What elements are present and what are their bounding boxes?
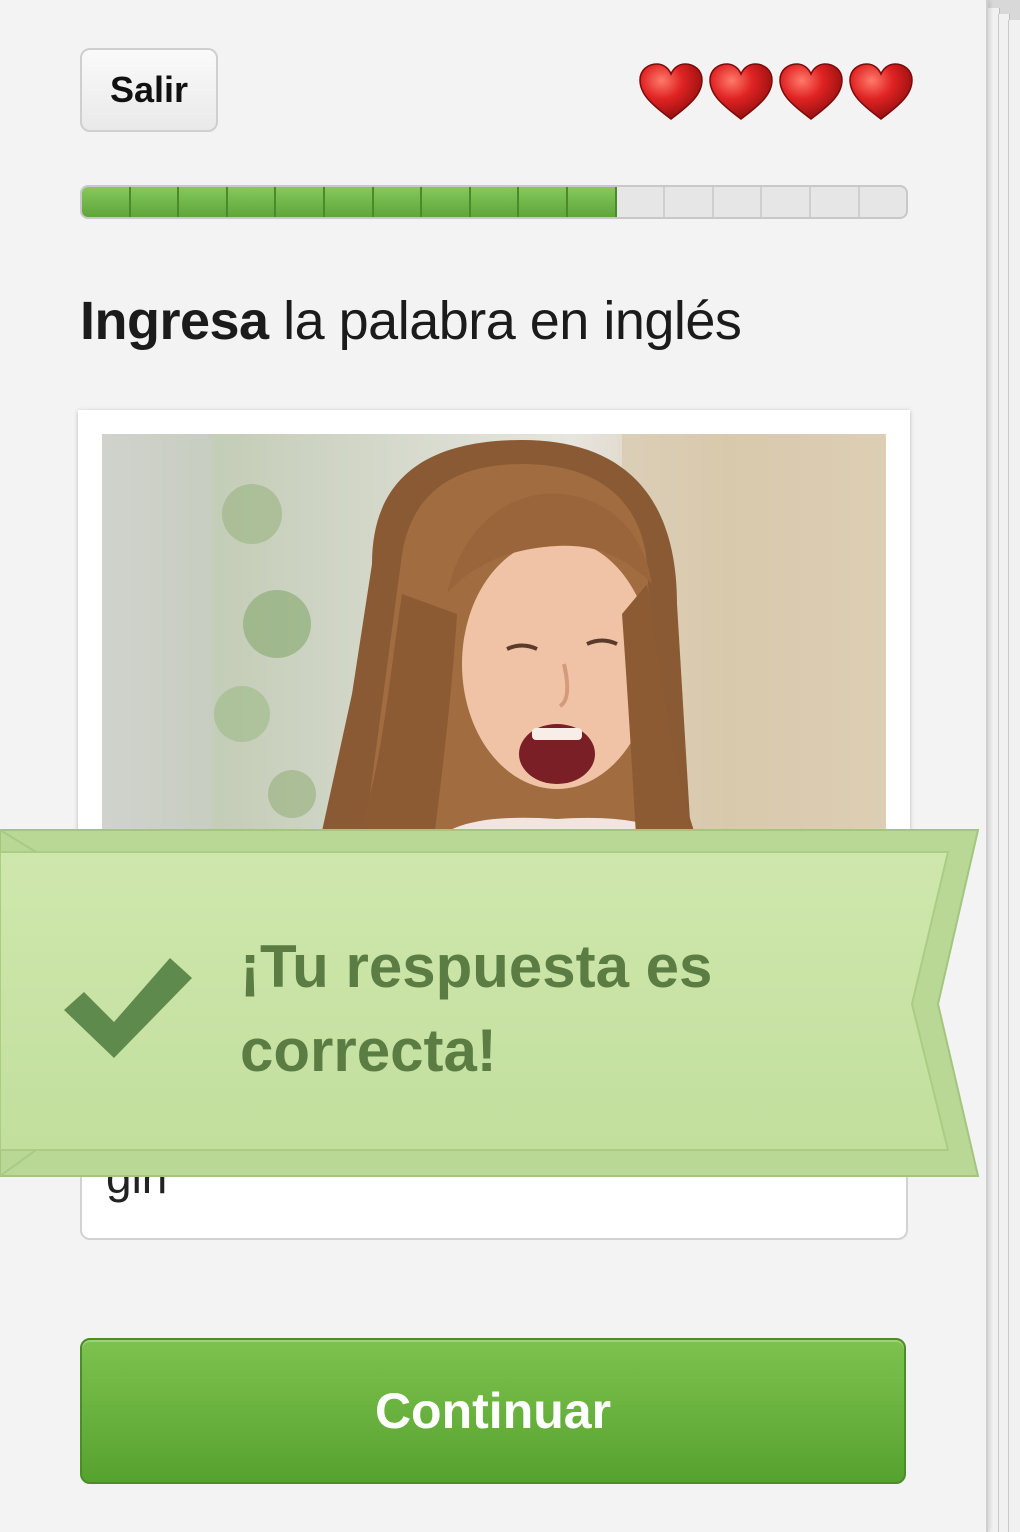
progress-segment-filled [324,187,374,217]
check-icon [64,958,192,1058]
photo-card [78,410,910,860]
lesson-card: Salir Ingresa la palabra en inglés ¡Tu r… [0,0,988,1532]
progress-segment-filled [130,187,180,217]
progress-segment-empty [860,187,907,217]
progress-segment-empty [714,187,763,217]
progress-segment-empty [811,187,860,217]
progress-segment-empty [665,187,714,217]
prompt-rest: la palabra en inglés [268,291,742,351]
progress-segment-filled [422,187,471,217]
feedback-message: ¡Tu respuesta es correcta! [240,933,713,1084]
exit-button[interactable]: Salir [80,48,218,132]
progress-segment-filled [519,187,568,217]
heart-icon [849,63,913,120]
exercise-prompt: Ingresa la palabra en inglés [80,290,742,352]
exercise-photo [102,434,886,854]
progress-segment-filled [227,187,277,217]
continue-button[interactable]: Continuar [80,1338,906,1484]
heart-icon [639,63,703,120]
progress-segment-filled [179,187,228,217]
lives-hearts [636,62,916,122]
page-stack-edge [1008,20,1020,1532]
lesson-progress-bar [80,185,908,219]
progress-segment-filled [276,187,325,217]
heart-icon [709,63,773,120]
progress-segment-filled [82,187,131,217]
heart-icon [779,63,843,120]
prompt-bold: Ingresa [80,291,269,351]
progress-segment-filled [567,187,617,217]
progress-segment-filled [373,187,423,217]
progress-segment-filled [470,187,520,217]
progress-segment-empty [762,187,811,217]
photo-girl-screaming [102,434,886,854]
progress-segment-empty [617,187,666,217]
